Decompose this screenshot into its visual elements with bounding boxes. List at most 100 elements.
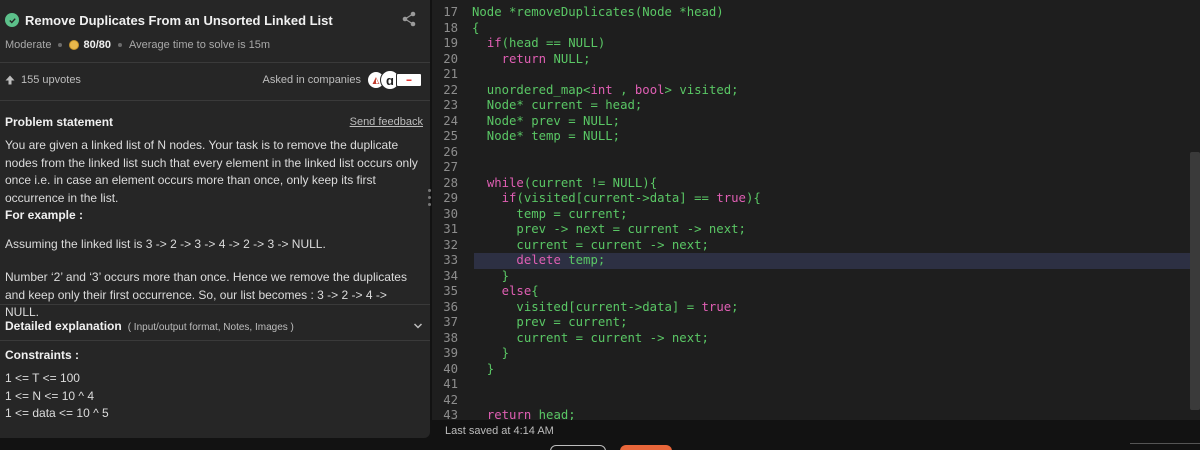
line-number: 35	[443, 284, 458, 298]
for-example-label: For example :	[5, 208, 84, 222]
share-icon[interactable]	[401, 11, 417, 27]
code-line[interactable]: 20 return NULL;	[432, 52, 761, 68]
code-line[interactable]: 23 Node* current = head;	[432, 98, 761, 114]
code-line[interactable]: 29 if(visited[current->data] == true){	[432, 191, 761, 207]
code-token: Node* temp = NULL;	[472, 129, 621, 143]
code-line[interactable]: 40 }	[432, 362, 761, 378]
line-number: 34	[443, 268, 458, 283]
problem-description: You are given a linked list of N nodes. …	[5, 137, 420, 322]
divider	[0, 62, 430, 63]
asked-in-label: Asked in companies	[262, 74, 361, 86]
submit-button[interactable]	[620, 445, 672, 450]
code-line[interactable]: 24 Node* prev = NULL;	[432, 114, 761, 130]
run-button[interactable]	[550, 445, 606, 450]
code-line[interactable]: 26	[432, 145, 761, 161]
code-token: }	[472, 268, 510, 283]
line-number: 30	[443, 206, 458, 221]
code-line[interactable]: 36 visited[current->data] = true;	[432, 300, 761, 316]
code-token: temp = current;	[472, 206, 628, 221]
code-line[interactable]: 22 unordered_map<int , bool> visited;	[432, 83, 761, 99]
code-line[interactable]: 33 delete temp;	[432, 253, 1200, 269]
code-token: current = current -> next;	[472, 237, 709, 252]
line-number: 24	[443, 113, 458, 128]
constraints-list: 1 <= T <= 100 1 <= N <= 10 ^ 4 1 <= data…	[5, 370, 109, 423]
code-token: > visited;	[664, 82, 739, 97]
code-token: Node* prev = NULL;	[472, 113, 621, 128]
last-saved-status: Last saved at 4:14 AM	[445, 425, 554, 437]
line-number: 32	[443, 237, 458, 252]
code-line[interactable]: 35 else{	[432, 284, 761, 300]
code-line[interactable]: 25 Node* temp = NULL;	[432, 129, 761, 145]
code-keyword: int	[590, 82, 613, 97]
line-number: 22	[443, 82, 458, 97]
constraints-title: Constraints :	[5, 348, 80, 362]
code-line[interactable]: 18 {	[432, 21, 761, 37]
divider	[0, 304, 430, 305]
problem-statement-header: Problem statement Send feedback	[5, 114, 423, 130]
line-number: 23	[443, 98, 458, 112]
code-line[interactable]: 42	[432, 393, 761, 409]
code-editor[interactable]: 17 Node *removeDuplicates(Node *head) 18 {1…	[432, 0, 1200, 420]
code-line[interactable]: 41	[432, 377, 761, 393]
code-line[interactable]: 28 while(current != NULL){	[432, 176, 761, 192]
code-line[interactable]: 37 prev = current;	[432, 315, 761, 331]
code-line[interactable]: 32 current = current -> next;	[432, 238, 761, 254]
code-line[interactable]: 43 return head;	[432, 408, 761, 420]
code-token: (head == NULL)	[501, 36, 606, 50]
constraint-item: 1 <= T <= 100	[5, 371, 80, 385]
code-line[interactable]: 21	[432, 67, 761, 83]
code-keyword: if	[486, 36, 502, 50]
code-token: prev = current;	[472, 315, 628, 329]
line-number: 39	[443, 346, 458, 360]
code-line[interactable]: 27	[432, 160, 761, 176]
coin-icon	[69, 40, 80, 50]
code-lines[interactable]: 17 Node *removeDuplicates(Node *head) 18 {1…	[432, 5, 1200, 420]
line-number: 28	[443, 175, 458, 190]
code-line[interactable]: 34 }	[432, 269, 761, 285]
code-token: (visited[current->data] ==	[516, 191, 717, 205]
separator-dot	[118, 43, 123, 47]
line-number: 38	[443, 330, 458, 345]
problem-title-row: Remove Duplicates From an Unsorted Linke…	[5, 10, 425, 30]
line-number: 21	[443, 67, 458, 81]
code-line[interactable]: 38 current = current -> next;	[432, 331, 761, 347]
code-keyword: while	[486, 175, 524, 190]
code-keyword: delete	[516, 253, 561, 267]
code-token: Node* current = head;	[472, 98, 643, 112]
asked-in-companies[interactable]: Asked in companies ◭ ɑ ▬	[263, 69, 422, 91]
code-token: visited[current->data] =	[472, 299, 702, 314]
company-logos[interactable]: ◭ ɑ ▬	[367, 70, 422, 90]
send-feedback-link[interactable]: Send feedback	[350, 116, 423, 128]
check-circle-icon	[5, 13, 19, 27]
arrow-up-icon	[5, 75, 15, 85]
code-keyword: else	[501, 284, 532, 298]
code-token: }	[472, 361, 495, 376]
constraint-item: 1 <= data <= 10 ^ 5	[5, 406, 109, 420]
editor-scrollbar[interactable]	[1190, 152, 1200, 410]
code-keyword: return	[501, 51, 547, 66]
code-line[interactable]: 31 prev -> next = current -> next;	[432, 222, 761, 238]
upvote-count: 155 upvotes	[21, 74, 81, 86]
code-token: ;	[731, 299, 739, 314]
code-token: {	[472, 20, 480, 35]
detailed-explanation-subtitle: ( Input/output format, Notes, Images )	[127, 322, 294, 333]
line-number: 33	[443, 253, 458, 267]
code-line[interactable]: 39 }	[432, 346, 761, 362]
problem-panel: Remove Duplicates From an Unsorted Linke…	[0, 0, 430, 438]
difficulty-label: Moderate	[5, 39, 52, 51]
line-number: 42	[443, 392, 458, 407]
code-line[interactable]: 19 if(head == NULL)	[432, 36, 761, 52]
line-number: 27	[443, 160, 458, 174]
line-number: 41	[443, 377, 458, 391]
upvote-button[interactable]: 155 upvotes	[5, 72, 81, 88]
code-line[interactable]: 30 temp = current;	[432, 207, 761, 223]
line-number: 18	[443, 20, 458, 35]
code-line[interactable]: 17 Node *removeDuplicates(Node *head)	[432, 5, 761, 21]
line-number: 19	[443, 36, 458, 50]
detailed-explanation-toggle[interactable]: Detailed explanation ( Input/output forma…	[5, 318, 423, 334]
detailed-explanation-title: Detailed explanation	[5, 319, 122, 333]
line-number: 17	[443, 5, 458, 19]
